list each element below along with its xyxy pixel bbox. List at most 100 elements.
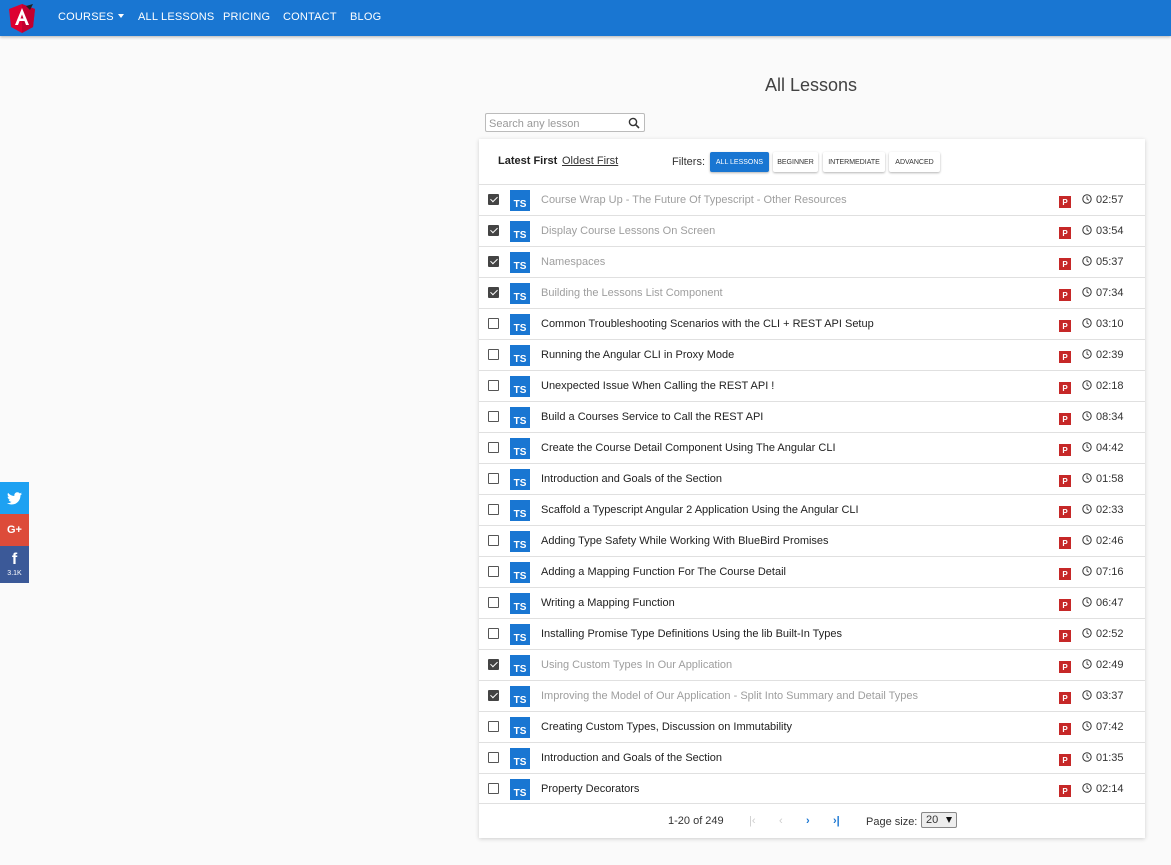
filters-label: Filters: [672,156,705,168]
lesson-title[interactable]: Build a Courses Service to Call the REST… [541,411,763,423]
lesson-watched-checkbox[interactable] [488,380,499,391]
lesson-row[interactable]: TS Scaffold a Typescript Angular 2 Applic… [479,494,1145,525]
lesson-watched-checkbox[interactable] [488,287,499,298]
lesson-title[interactable]: Adding Type Safety While Working With Bl… [541,535,829,547]
page-size-select[interactable]: 20 [921,812,957,828]
lesson-title[interactable]: Common Troubleshooting Scenarios with th… [541,318,874,330]
lesson-watched-checkbox[interactable] [488,721,499,732]
lesson-watched-checkbox[interactable] [488,535,499,546]
previous-page-button[interactable]: ‹ [779,815,783,827]
paginator-range-label: 1-20 of 249 [668,815,724,827]
pro-badge-icon: P [1059,661,1071,673]
lesson-row[interactable]: TS Installing Promise Type Definitions Us… [479,618,1145,649]
typescript-badge-icon: TS [510,345,530,366]
lesson-watched-checkbox[interactable] [488,442,499,453]
lesson-row[interactable]: TS Introduction and Goals of the Section P… [479,463,1145,494]
lesson-title[interactable]: Introduction and Goals of the Section [541,752,722,764]
lesson-watched-checkbox[interactable] [488,566,499,577]
caret-down-icon [117,14,124,18]
lesson-watched-checkbox[interactable] [488,659,499,670]
lesson-watched-checkbox[interactable] [488,473,499,484]
nav-contact[interactable]: CONTACT [283,11,337,23]
lesson-row[interactable]: TS Display Course Lessons On Screen P 03:54 [479,215,1145,246]
filter-intermediate-button[interactable]: INTERMEDIATE [823,152,885,172]
sort-latest-first[interactable]: Latest First [498,155,557,167]
lesson-title[interactable]: Create the Course Detail Component Using… [541,442,836,454]
pro-badge-icon: P [1059,351,1071,363]
lesson-row[interactable]: TS Running the Angular CLI in Proxy Mode P… [479,339,1145,370]
facebook-share-button[interactable]: f 3.1K [0,546,29,583]
lesson-row[interactable]: TS Create the Course Detail Component Usi… [479,432,1145,463]
lesson-watched-checkbox[interactable] [488,411,499,422]
clock-icon [1082,690,1092,700]
lesson-row[interactable]: TS Build a Courses Service to Call the RE… [479,401,1145,432]
lesson-title[interactable]: Unexpected Issue When Calling the REST A… [541,380,774,392]
filter-beginner-button[interactable]: BEGINNER [773,152,818,172]
lesson-row[interactable]: TS Adding a Mapping Function For The Cour… [479,556,1145,587]
pro-badge-icon: P [1059,382,1071,394]
nav-pricing[interactable]: PRICING [223,11,270,23]
lesson-duration: 05:37 [1096,256,1124,268]
lesson-title[interactable]: Display Course Lessons On Screen [541,225,715,237]
first-page-button[interactable]: |‹ [749,815,756,827]
lesson-watched-checkbox[interactable] [488,504,499,515]
lesson-row[interactable]: TS Common Troubleshooting Scenarios with … [479,308,1145,339]
lesson-row[interactable]: TS Improving the Model of Our Application… [479,680,1145,711]
nav-blog[interactable]: BLOG [350,11,381,23]
lesson-watched-checkbox[interactable] [488,783,499,794]
pro-badge-icon: P [1059,196,1071,208]
lesson-watched-checkbox[interactable] [488,225,499,236]
lesson-watched-checkbox[interactable] [488,628,499,639]
lesson-row[interactable]: TS Creating Custom Types, Discussion on I… [479,711,1145,742]
lesson-title[interactable]: Scaffold a Typescript Angular 2 Applicat… [541,504,859,516]
last-page-button[interactable]: ›| [833,815,840,827]
clock-icon [1082,349,1092,359]
nav-all-lessons[interactable]: ALL LESSONS [138,11,214,23]
lesson-title[interactable]: Namespaces [541,256,605,268]
lesson-row[interactable]: TS Property Decorators P 02:14 [479,773,1145,804]
nav-courses-menu[interactable]: COURSES [58,11,124,23]
twitter-icon [7,491,22,504]
lesson-title[interactable]: Introduction and Goals of the Section [541,473,722,485]
lesson-row[interactable]: TS Using Custom Types In Our Application P… [479,649,1145,680]
lesson-watched-checkbox[interactable] [488,752,499,763]
lesson-title[interactable]: Running the Angular CLI in Proxy Mode [541,349,734,361]
pro-badge-icon: P [1059,599,1071,611]
gplus-share-button[interactable]: G+ [0,514,29,546]
lesson-watched-checkbox[interactable] [488,194,499,205]
sort-oldest-first[interactable]: Oldest First [562,155,618,167]
lesson-title[interactable]: Creating Custom Types, Discussion on Imm… [541,721,792,733]
lesson-row[interactable]: TS Introduction and Goals of the Section P… [479,742,1145,773]
lesson-title[interactable]: Building the Lessons List Component [541,287,723,299]
lesson-row[interactable]: TS Course Wrap Up - The Future Of Typescr… [479,184,1145,215]
lesson-row[interactable]: TS Unexpected Issue When Calling the REST… [479,370,1145,401]
typescript-badge-icon: TS [510,717,530,738]
lesson-watched-checkbox[interactable] [488,318,499,329]
search-icon[interactable] [628,117,640,129]
clock-icon [1082,628,1092,638]
lesson-title[interactable]: Improving the Model of Our Application -… [541,690,918,702]
search-input[interactable] [486,115,624,133]
clock-icon [1082,380,1092,390]
angular-logo-icon[interactable] [8,3,36,33]
lesson-title[interactable]: Property Decorators [541,783,639,795]
clock-icon [1082,504,1092,514]
lesson-row[interactable]: TS Adding Type Safety While Working With … [479,525,1145,556]
twitter-share-button[interactable] [0,482,29,514]
lesson-row[interactable]: TS Writing a Mapping Function P 06:47 [479,587,1145,618]
lesson-title[interactable]: Writing a Mapping Function [541,597,675,609]
filter-advanced-button[interactable]: ADVANCED [889,152,940,172]
lesson-duration: 08:34 [1096,411,1124,423]
lesson-title[interactable]: Course Wrap Up - The Future Of Typescrip… [541,194,847,206]
lesson-row[interactable]: TS Building the Lessons List Component P 07… [479,277,1145,308]
lesson-title[interactable]: Installing Promise Type Definitions Usin… [541,628,842,640]
lesson-watched-checkbox[interactable] [488,256,499,267]
lesson-row[interactable]: TS Namespaces P 05:37 [479,246,1145,277]
lesson-watched-checkbox[interactable] [488,690,499,701]
lesson-watched-checkbox[interactable] [488,597,499,608]
next-page-button[interactable]: › [806,815,810,827]
filter-all-lessons-button[interactable]: ALL LESSONS [710,152,769,172]
lesson-watched-checkbox[interactable] [488,349,499,360]
lesson-title[interactable]: Adding a Mapping Function For The Course… [541,566,786,578]
lesson-title[interactable]: Using Custom Types In Our Application [541,659,732,671]
